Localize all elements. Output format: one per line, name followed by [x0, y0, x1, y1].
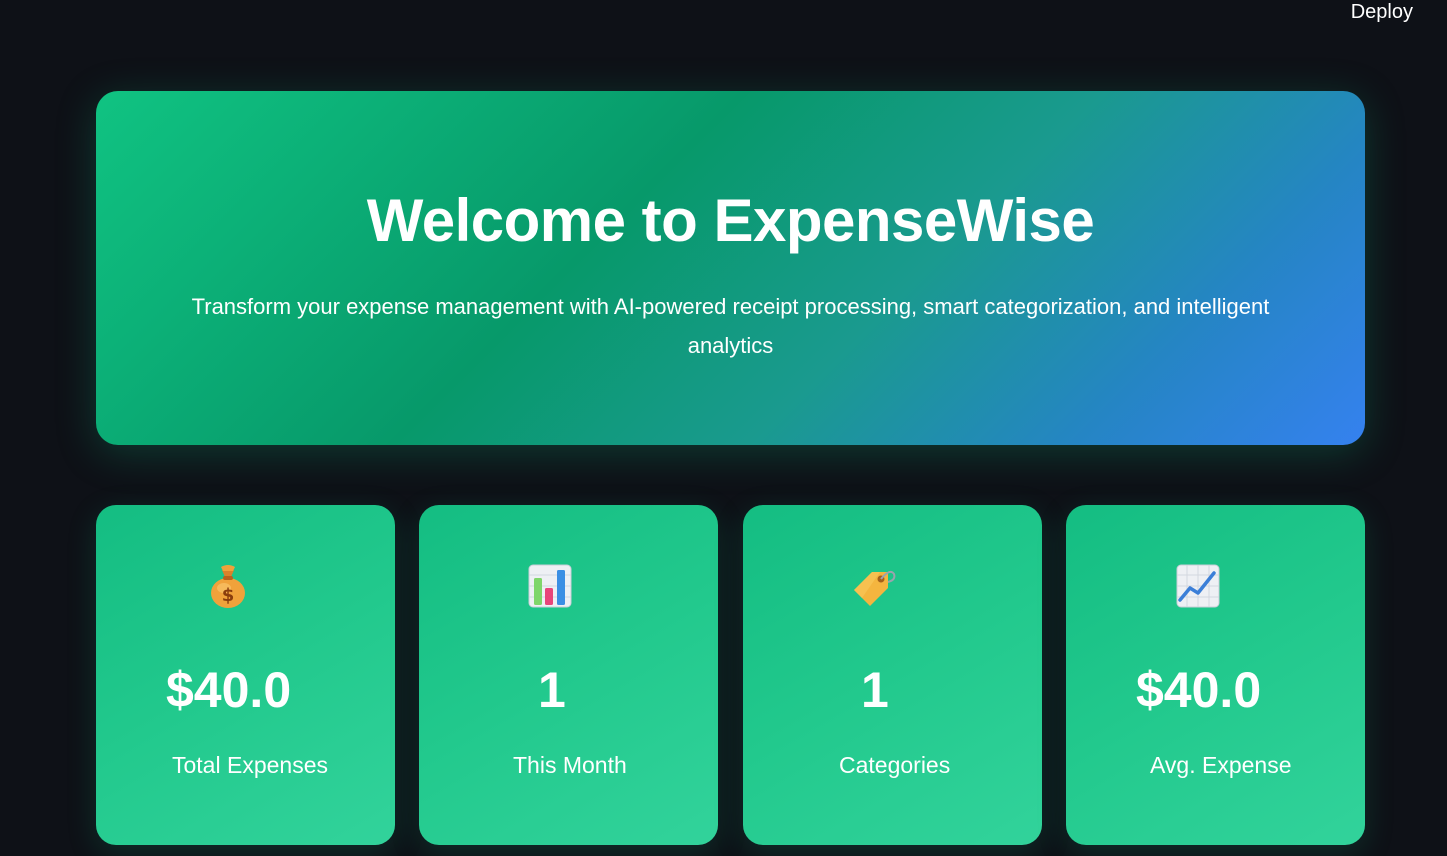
- bar-chart-icon: [525, 561, 575, 611]
- metric-card-avg-expense: $40.0 Avg. Expense: [1066, 505, 1365, 845]
- metric-card-total-expenses: $ $40.0 Total Expenses: [96, 505, 395, 845]
- welcome-hero-banner: Welcome to ExpenseWise Transform your ex…: [96, 91, 1365, 445]
- metric-label: Categories: [839, 752, 951, 778]
- metric-value: $40.0: [166, 662, 292, 718]
- metric-label: Total Expenses: [172, 752, 328, 778]
- trending-up-chart-icon: [1173, 561, 1223, 611]
- deploy-button[interactable]: Deploy: [1351, 0, 1413, 24]
- money-bag-icon: $: [203, 561, 253, 611]
- metric-card-this-month: 1 This Month: [419, 505, 718, 845]
- metric-label: Avg. Expense: [1150, 752, 1292, 778]
- metric-value: $40.0: [1136, 662, 1262, 718]
- metric-card-categories: 1 Categories: [743, 505, 1042, 845]
- hero-subtitle: Transform your expense management with A…: [191, 294, 1270, 358]
- metric-label: This Month: [513, 752, 627, 778]
- hero-title: Welcome to ExpenseWise: [366, 187, 1095, 254]
- metric-value: 1: [538, 662, 566, 718]
- tag-icon: [848, 561, 898, 611]
- svg-text:$: $: [222, 585, 235, 606]
- metric-value: 1: [861, 662, 889, 718]
- top-toolbar: Deploy: [0, 0, 1447, 40]
